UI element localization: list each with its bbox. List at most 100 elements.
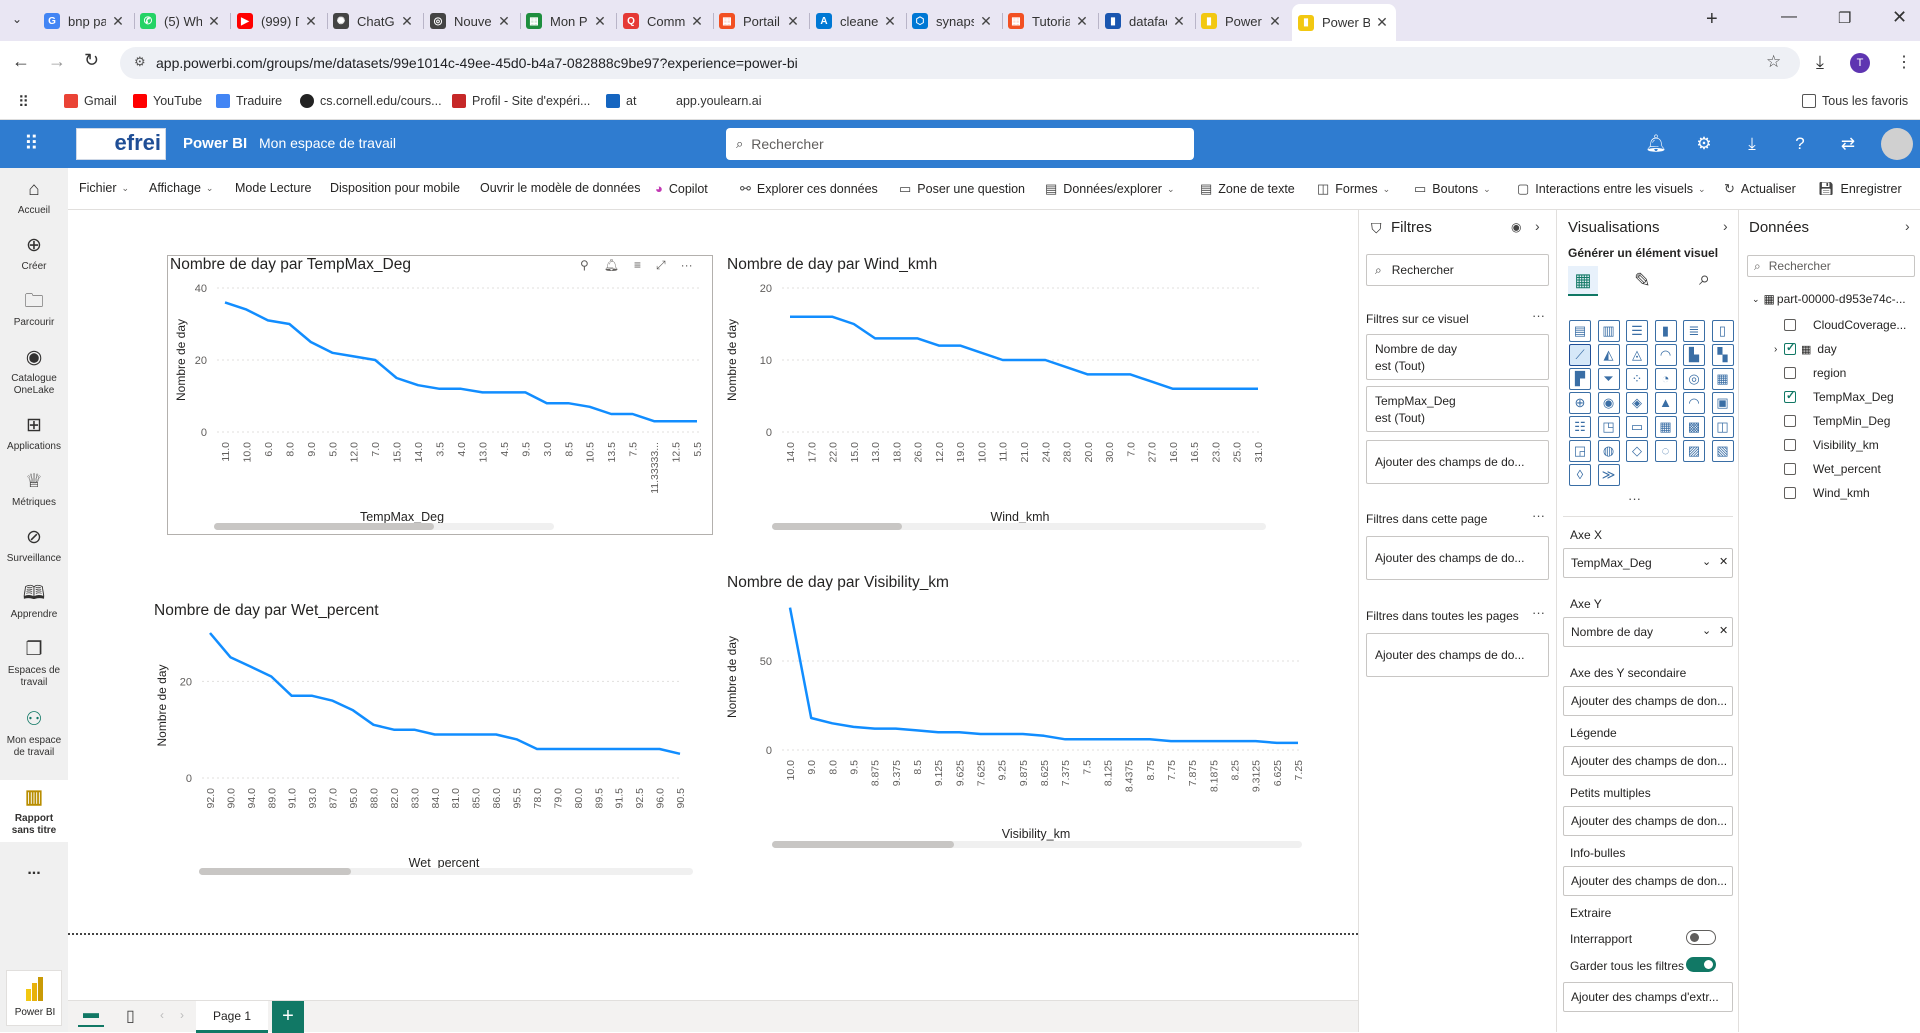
stacked-area-visual-icon[interactable]: ◬ — [1626, 344, 1648, 366]
minimize-window-button[interactable]: — — [1781, 8, 1797, 26]
slicer-visual-icon[interactable]: ▭ — [1626, 416, 1648, 438]
profile-avatar[interactable]: T — [1850, 53, 1870, 73]
line-column-visual-icon[interactable]: ▚ — [1711, 344, 1734, 366]
paginated-report-visual-icon[interactable]: ▧ — [1711, 440, 1734, 462]
bookmark-youtube[interactable]: YouTube — [133, 94, 202, 108]
data-field-item[interactable]: Wet_percent — [1784, 462, 1881, 476]
mobile-layout-button[interactable]: Disposition pour mobile — [330, 181, 460, 195]
bookmark-traduire[interactable]: Traduire — [216, 94, 282, 108]
browser-tab[interactable]: ▦ Mon Pro✕ — [520, 7, 614, 35]
buttons-menu[interactable]: ▭ Boutons ⌄ — [1414, 181, 1491, 197]
filters-search-input[interactable]: ⌕ Rechercher — [1366, 254, 1549, 286]
reload-icon[interactable]: ↻ — [84, 50, 99, 71]
scrollbar-thumb[interactable] — [214, 523, 434, 530]
100-column-visual-icon[interactable]: ▯ — [1711, 320, 1734, 342]
line-visual-icon[interactable]: ⟋ — [1569, 344, 1591, 366]
close-tab-icon[interactable]: ✕ — [1267, 13, 1283, 30]
field-checkbox[interactable] — [1784, 367, 1796, 379]
well-axis-y[interactable]: Nombre de day ⌄ ✕ — [1563, 617, 1733, 647]
nav-surveillance[interactable]: ⊘ Surveillance — [0, 526, 68, 565]
mobile-view-icon[interactable]: ▯ — [126, 1006, 135, 1026]
open-data-model-button[interactable]: Ouvrir le modèle de données — [480, 181, 641, 195]
close-tab-icon[interactable]: ✕ — [1374, 14, 1390, 31]
field-checkbox[interactable] — [1784, 415, 1796, 427]
product-name[interactable]: Power BI — [183, 135, 247, 152]
nav-catalogue[interactable]: ◉ Catalogue OneLake — [0, 346, 68, 397]
cross-report-toggle[interactable] — [1686, 930, 1716, 945]
forward-icon[interactable]: → — [48, 51, 66, 72]
gallery-more-icon[interactable]: ··· — [1628, 491, 1641, 506]
nav-mon-espace[interactable]: ⚇ Mon espace de travail — [0, 708, 68, 759]
scrollbar-thumb[interactable] — [772, 841, 954, 848]
data-field-item[interactable]: TempMin_Deg — [1784, 414, 1890, 428]
browser-tab[interactable]: Acleaned/✕ — [810, 7, 904, 35]
download-header-icon[interactable]: ⤓ — [1740, 132, 1764, 156]
tab-search-chevron-icon[interactable]: ⌄ — [12, 12, 22, 26]
field-checkbox[interactable] — [1784, 487, 1796, 499]
notifications-icon[interactable]: 🔔︎ — [1644, 132, 1668, 156]
close-tab-icon[interactable]: ✕ — [785, 13, 801, 30]
nav-parcourir[interactable]: 🗀︎ Parcourir — [0, 290, 68, 329]
close-tab-icon[interactable]: ✕ — [1074, 13, 1090, 30]
chart-scrollbar[interactable] — [214, 523, 554, 530]
data-field-item[interactable]: › ▦ day — [1774, 341, 1837, 356]
browser-tab[interactable]: ▦ Tutorial:✕ — [1002, 7, 1096, 35]
site-info-icon[interactable]: ⚙ — [134, 54, 146, 70]
power-automate-visual-icon[interactable]: ≫ — [1597, 464, 1620, 486]
url-bar[interactable]: ⚙ app.powerbi.com/groups/me/datasets/99e… — [120, 47, 1800, 79]
treemap-visual-icon[interactable]: ▦ — [1711, 368, 1734, 390]
menu-affichage[interactable]: Affichage ⌄ — [149, 181, 213, 195]
shapes-menu[interactable]: ◫ Formes ⌄ — [1317, 181, 1390, 197]
close-tab-icon[interactable]: ✕ — [882, 13, 898, 30]
menu-fichier[interactable]: Fichier ⌄ — [79, 181, 129, 195]
table-visual-icon[interactable]: ▦ — [1654, 416, 1677, 438]
filter-icon[interactable]: ≡ — [634, 258, 641, 273]
close-tab-icon[interactable]: ✕ — [110, 13, 126, 30]
azure-map-visual-icon[interactable]: ▲ — [1654, 392, 1677, 414]
key-influencers-visual-icon[interactable]: ◍ — [1597, 440, 1620, 462]
browser-menu-icon[interactable]: ⋮ — [1896, 52, 1912, 72]
series-line[interactable] — [788, 607, 1298, 745]
well-drillthrough[interactable]: Ajouter des champs d'extr... — [1563, 982, 1733, 1012]
filter-card-tempmax[interactable]: TempMax_Deg est (Tout) — [1366, 386, 1549, 432]
chart-scrollbar[interactable] — [772, 523, 1266, 530]
smart-narrative-visual-icon[interactable]: ▨ — [1683, 440, 1705, 462]
shape-map-visual-icon[interactable]: ◈ — [1626, 392, 1648, 414]
text-box-button[interactable]: ▤ Zone de texte — [1200, 181, 1295, 197]
series-line[interactable] — [790, 315, 1258, 391]
scatter-visual-icon[interactable]: ⁘ — [1626, 368, 1648, 390]
line-chart-wet[interactable]: 20 0 92.0 90.0 94.0 89.0 91.0 93.0 87.0 95.0 88.0 8… — [150, 624, 700, 874]
refresh-button[interactable]: ↻ Actualiser — [1724, 181, 1796, 197]
map-visual-icon[interactable]: ⊕ — [1569, 392, 1591, 414]
browser-tab[interactable]: ✺ ChatGPT✕ — [327, 7, 421, 35]
collapse-pane-icon[interactable]: › — [1905, 218, 1910, 234]
header-search-input[interactable]: ⌕ Rechercher — [726, 128, 1194, 160]
restore-window-button[interactable]: ❐ — [1838, 9, 1851, 27]
more-options-icon[interactable]: ··· — [681, 258, 693, 273]
ribbon-visual-icon[interactable]: ◠ — [1654, 344, 1677, 366]
data-field-item[interactable]: Visibility_km — [1784, 438, 1879, 452]
chevron-down-icon[interactable]: ⌄ — [1702, 555, 1711, 568]
nav-more[interactable]: ... — [0, 862, 68, 878]
bookmark-youlearn[interactable]: app.youlearn.ai — [676, 94, 761, 108]
efrei-logo[interactable]: efrei — [76, 128, 166, 160]
chevron-down-icon[interactable]: ⌄ — [1702, 624, 1711, 637]
browser-tab[interactable]: ⬡ synapse✕ — [906, 7, 1000, 35]
power-apps-visual-icon[interactable]: ◊ — [1569, 464, 1591, 486]
browser-tab[interactable]: ▶ (999) ПС✕ — [231, 7, 325, 35]
workspace-name[interactable]: Mon espace de travail — [259, 135, 396, 151]
matrix-visual-icon[interactable]: ▩ — [1683, 416, 1705, 438]
clustered-column-visual-icon[interactable]: ▮ — [1654, 320, 1677, 342]
field-checkbox[interactable] — [1784, 463, 1796, 475]
visual-interactions-menu[interactable]: ▢ Interactions entre les visuels ⌄ — [1517, 181, 1706, 197]
new-tab-button[interactable]: + — [1706, 8, 1718, 31]
nav-metriques[interactable]: ♕ Métriques — [0, 470, 68, 509]
field-checkbox[interactable] — [1784, 341, 1796, 355]
powerbi-footer-tile[interactable]: Power BI — [6, 970, 62, 1026]
field-checkbox[interactable] — [1784, 319, 1796, 331]
close-tab-icon[interactable]: ✕ — [206, 13, 222, 30]
nav-applications[interactable]: ⊞ Applications — [0, 414, 68, 453]
mode-lecture-button[interactable]: Mode Lecture — [235, 181, 311, 195]
share-icon[interactable]: ⇄ — [1836, 132, 1860, 156]
format-visual-tab[interactable]: ✎ — [1634, 268, 1651, 293]
